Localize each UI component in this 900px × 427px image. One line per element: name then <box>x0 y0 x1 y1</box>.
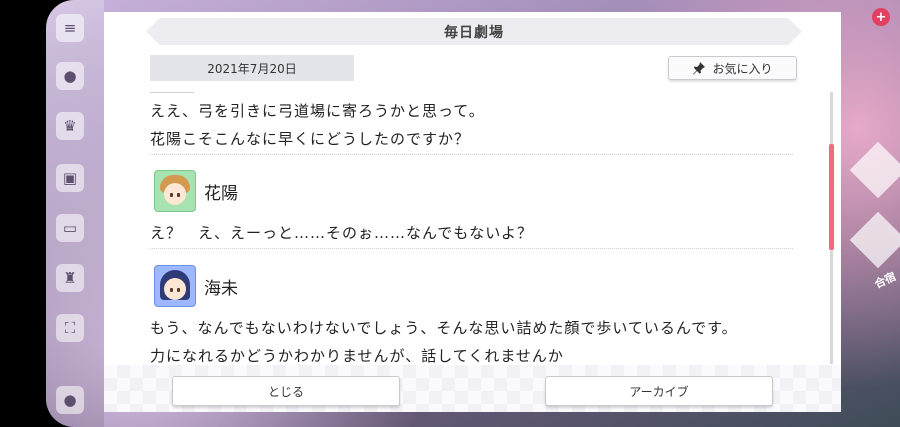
dialog-title: 毎日劇場 <box>146 18 802 45</box>
fullscreen-icon[interactable]: ⛶ <box>56 314 84 342</box>
favorite-button[interactable]: お気に入り <box>668 56 797 80</box>
trophy-icon[interactable]: ♜ <box>56 264 84 292</box>
avatar <box>154 265 196 307</box>
speaker-umi: 海未 <box>154 265 238 307</box>
archive-button[interactable]: アーカイブ <box>545 376 773 406</box>
divider <box>150 154 793 155</box>
side-menu: ≡ ● ♛ ▣ ▭ ♜ ⛶ ● <box>46 0 104 427</box>
speaker-hanayo: 花陽 <box>154 170 238 212</box>
character-icon[interactable]: ♛ <box>56 112 84 140</box>
dialogue-line: もう、なんでもないわけないでしょう、そんな思い詰めた顔で歩いているんです。 <box>150 319 738 337</box>
close-button[interactable]: とじる <box>172 376 400 406</box>
menu-icon[interactable]: ≡ <box>56 14 84 42</box>
favorite-label: お気に入り <box>712 61 773 76</box>
speech-icon[interactable]: ● <box>56 62 84 90</box>
deco-tile <box>849 141 900 199</box>
speaker-name: 花陽 <box>204 183 238 204</box>
gift-icon[interactable]: ▣ <box>56 164 84 192</box>
date-label: 2021年7月20日 <box>150 55 354 81</box>
speaker-name: 海未 <box>204 278 238 299</box>
deco-tile <box>849 211 900 269</box>
divider <box>150 248 793 249</box>
background-decoration: + 合宿 <box>840 0 900 427</box>
profile-icon[interactable]: ● <box>56 386 84 414</box>
scrollbar-thumb[interactable] <box>829 144 834 250</box>
top-rule <box>150 92 194 93</box>
dialogue-line: ええ、弓を引きに弓道場に寄ろうかと思って。 <box>150 102 485 120</box>
chat-icon[interactable]: ▭ <box>56 214 84 242</box>
script-scroll-area[interactable]: ええ、弓を引きに弓道場に寄ろうかと思って。 花陽こそこんなに早くにどうしたのです… <box>150 92 800 364</box>
pin-icon <box>692 61 706 75</box>
notification-badge-icon: + <box>872 8 890 26</box>
dialogue-line: 力になれるかどうかわかりませんが、話してくれませんか <box>150 347 564 364</box>
background-tile-label: 合宿 <box>872 269 898 291</box>
dialogue-line: え？ え、えーっと……そのぉ……なんでもないよ？ <box>150 224 533 242</box>
daily-theater-dialog: 毎日劇場 2021年7月20日 お気に入り ええ、弓を引きに弓道場に寄ろうかと思… <box>104 12 841 412</box>
dialogue-line: 花陽こそこんなに早くにどうしたのですか？ <box>150 130 471 148</box>
dialog-footer: とじる アーカイブ <box>104 365 841 412</box>
avatar <box>154 170 196 212</box>
